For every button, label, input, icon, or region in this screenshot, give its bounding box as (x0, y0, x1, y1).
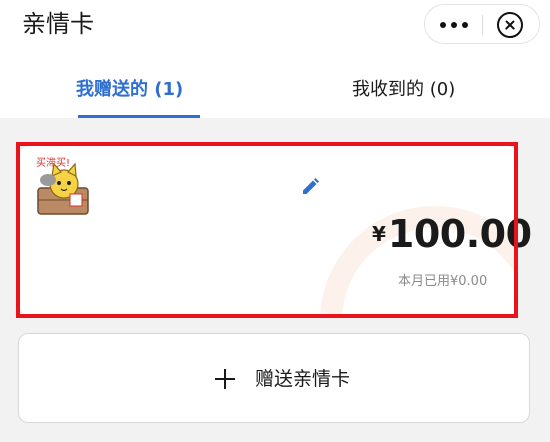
capsule-divider (482, 15, 483, 35)
edit-pencil-icon[interactable] (300, 177, 320, 197)
cat-sticker-avatar: 买滞买! (36, 157, 89, 215)
tab-sent[interactable]: 我赠送的 (1) (76, 76, 183, 106)
more-dots-icon[interactable] (425, 5, 482, 45)
mini-program-capsule (424, 4, 540, 44)
card-amount: ¥100.00 (372, 212, 532, 256)
give-button-label: 赠送亲情卡 (255, 368, 351, 390)
currency-symbol: ¥ (372, 222, 386, 246)
close-circle-icon[interactable] (497, 12, 523, 38)
tab-received[interactable]: 我收到的 (0) (352, 76, 455, 106)
tab-bar: 我赠送的 (1) 我收到的 (0) (0, 52, 550, 118)
monthly-used-text: 本月已用¥0.00 (398, 274, 488, 289)
give-family-card-button[interactable]: 赠送亲情卡 (18, 333, 530, 423)
title-bar: 亲情卡 (0, 0, 550, 52)
amount-value: 100.00 (387, 212, 532, 256)
page-title: 亲情卡 (22, 10, 94, 38)
plus-icon (215, 369, 235, 389)
